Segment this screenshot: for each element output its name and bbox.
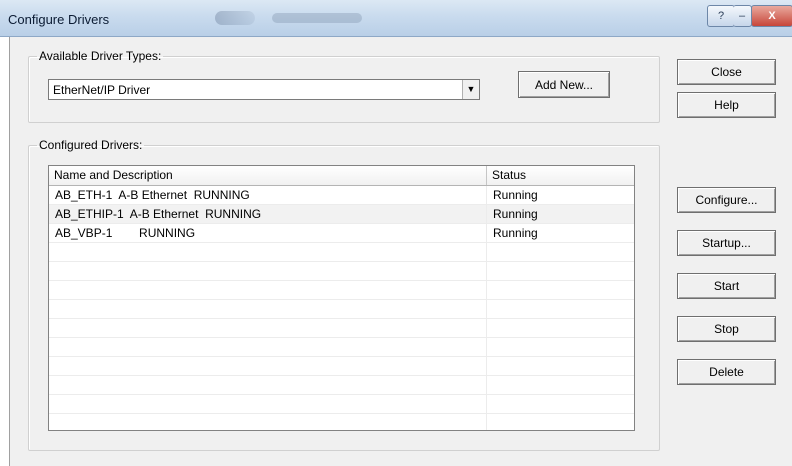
- driver-name-cell: [49, 395, 487, 413]
- driver-status-cell: [487, 243, 634, 261]
- driver-name-cell: [49, 376, 487, 394]
- driver-name-cell: AB_ETHIP-1 A-B Ethernet RUNNING: [49, 205, 487, 223]
- chevron-down-icon[interactable]: ▼: [462, 80, 479, 99]
- start-button[interactable]: Start: [677, 273, 776, 299]
- help-titlebar-button[interactable]: ?: [707, 5, 735, 27]
- driver-name-cell: AB_VBP-1 RUNNING: [49, 224, 487, 242]
- startup-button[interactable]: Startup...: [677, 230, 776, 256]
- list-rows: AB_ETH-1 A-B Ethernet RUNNING Running AB…: [49, 186, 634, 430]
- driver-type-dropdown[interactable]: EtherNet/IP Driver ▼: [48, 79, 480, 100]
- driver-status-cell: [487, 262, 634, 280]
- table-row[interactable]: [49, 338, 634, 357]
- delete-button[interactable]: Delete: [677, 359, 776, 385]
- window-title: Configure Drivers: [8, 12, 110, 27]
- minimize-button[interactable]: –: [733, 5, 752, 27]
- column-header-name[interactable]: Name and Description: [49, 166, 487, 185]
- table-row[interactable]: [49, 281, 634, 300]
- driver-type-selected-value: EtherNet/IP Driver: [53, 83, 151, 97]
- help-button[interactable]: Help: [677, 92, 776, 118]
- dialog-client-area: Available Driver Types: EtherNet/IP Driv…: [9, 37, 792, 466]
- table-row[interactable]: [49, 319, 634, 338]
- table-row[interactable]: [49, 243, 634, 262]
- column-header-status[interactable]: Status: [487, 166, 634, 185]
- driver-status-cell: [487, 376, 634, 394]
- driver-name-cell: [49, 414, 487, 430]
- driver-name-cell: [49, 338, 487, 356]
- blurred-title-graphic: [215, 11, 255, 25]
- table-row[interactable]: AB_ETHIP-1 A-B Ethernet RUNNING Running: [49, 205, 634, 224]
- configured-drivers-label: Configured Drivers:: [39, 138, 143, 152]
- driver-name-cell: [49, 262, 487, 280]
- table-row[interactable]: [49, 395, 634, 414]
- driver-status-cell: [487, 414, 634, 430]
- add-new-button[interactable]: Add New...: [518, 71, 610, 98]
- table-row[interactable]: [49, 357, 634, 376]
- close-button[interactable]: Close: [677, 59, 776, 85]
- driver-status-cell: Running: [493, 226, 538, 240]
- table-row[interactable]: [49, 300, 634, 319]
- driver-name-cell: AB_ETH-1 A-B Ethernet RUNNING: [49, 186, 487, 204]
- driver-name-cell: [49, 357, 487, 375]
- driver-status-cell: [487, 357, 634, 375]
- driver-status-cell: Running: [493, 207, 538, 221]
- close-window-button[interactable]: X: [751, 5, 792, 27]
- table-row[interactable]: [49, 414, 634, 430]
- driver-name-cell: [49, 243, 487, 261]
- configured-drivers-list[interactable]: Name and Description Status AB_ETH-1 A-B…: [48, 165, 635, 431]
- driver-status-cell: [487, 338, 634, 356]
- driver-status-cell: [487, 395, 634, 413]
- table-row[interactable]: [49, 376, 634, 395]
- configure-button[interactable]: Configure...: [677, 187, 776, 213]
- driver-status-cell: Running: [493, 188, 538, 202]
- driver-name-cell: [49, 281, 487, 299]
- driver-name-cell: [49, 319, 487, 337]
- title-bar[interactable]: Configure Drivers ? – X: [0, 0, 792, 37]
- blurred-title-graphic: [272, 13, 362, 23]
- driver-status-cell: [487, 300, 634, 318]
- table-row[interactable]: AB_VBP-1 RUNNING Running: [49, 224, 634, 243]
- table-row[interactable]: [49, 262, 634, 281]
- driver-name-cell: [49, 300, 487, 318]
- driver-status-cell: [487, 281, 634, 299]
- driver-status-cell: [487, 319, 634, 337]
- window-controls: ? – X: [707, 5, 792, 27]
- table-row[interactable]: AB_ETH-1 A-B Ethernet RUNNING Running: [49, 186, 634, 205]
- list-header: Name and Description Status: [49, 166, 634, 186]
- stop-button[interactable]: Stop: [677, 316, 776, 342]
- available-driver-types-label: Available Driver Types:: [39, 49, 162, 63]
